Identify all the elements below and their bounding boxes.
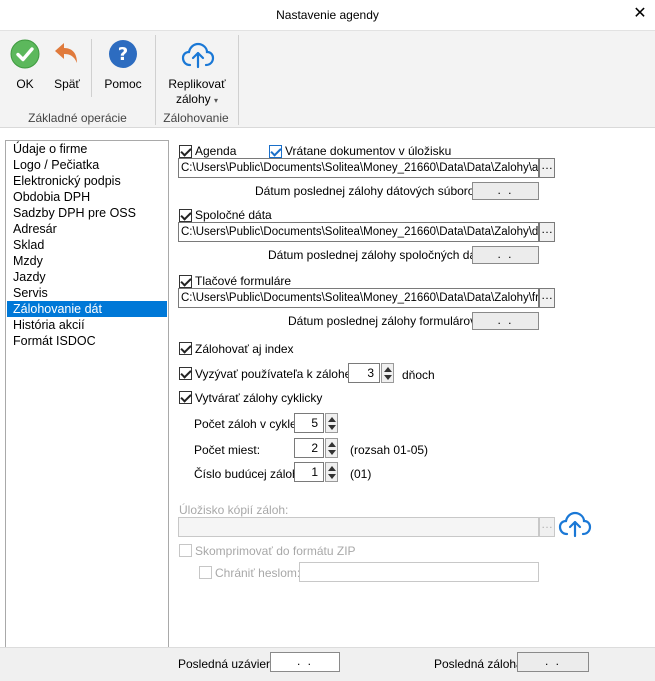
last-backup-label: Posledná záloha: xyxy=(434,657,527,671)
places-count-label: Počet miest: xyxy=(194,443,261,457)
cycle-count-label: Počet záloh v cykle: xyxy=(194,417,301,431)
include-documents-label: Vrátane dokumentov v úložisku xyxy=(285,144,452,158)
replicate-backups-button[interactable]: Replikovať zálohy ▾ xyxy=(162,37,232,107)
question-circle-icon: ? xyxy=(109,40,137,68)
shared-data-browse-button[interactable]: … xyxy=(539,222,555,242)
help-button[interactable]: ? Pomoc xyxy=(98,37,148,93)
agenda-date-label: Dátum poslednej zálohy dátových súborov: xyxy=(255,184,484,198)
group-label-basic: Základné operácie xyxy=(28,111,127,125)
shared-data-path-field[interactable]: C:\Users\Public\Documents\Solitea\Money_… xyxy=(178,222,539,242)
cycle-count-stepper[interactable] xyxy=(325,413,338,433)
cyclic-backup-checkbox[interactable] xyxy=(179,391,192,404)
nav-item-warehouse[interactable]: Sklad xyxy=(7,237,167,253)
shared-date-field: . . xyxy=(472,246,539,264)
cyclic-backup-label: Vytvárať zálohy cyklicky xyxy=(195,391,323,405)
cycle-count-input[interactable]: 5 xyxy=(294,413,324,433)
ok-button[interactable]: OK xyxy=(4,37,46,93)
nav-item-trips[interactable]: Jazdy xyxy=(7,269,167,285)
ok-label: OK xyxy=(16,77,34,91)
zip-label: Skomprimovať do formátu ZIP xyxy=(195,544,356,558)
print-forms-date-label: Dátum poslednej zálohy formulárov: xyxy=(288,314,480,328)
close-icon[interactable]: ✕ xyxy=(630,4,650,24)
cloud-upload-icon xyxy=(181,42,215,69)
zip-checkbox[interactable] xyxy=(179,544,192,557)
replicate-label-line1: Replikovať xyxy=(168,77,226,91)
nav-item-vat-rates-oss[interactable]: Sadzby DPH pre OSS xyxy=(7,205,167,221)
copy-storage-path-field[interactable] xyxy=(178,517,539,537)
print-forms-checkbox[interactable] xyxy=(179,275,192,288)
prompt-user-checkbox[interactable] xyxy=(179,367,192,380)
nav-item-address-book[interactable]: Adresár xyxy=(7,221,167,237)
settings-nav-list: Údaje o firme Logo / Pečiatka Elektronic… xyxy=(5,140,169,675)
window-title: Nastavenie agendy xyxy=(276,8,379,22)
svg-text:?: ? xyxy=(118,44,128,65)
password-input[interactable] xyxy=(299,562,539,582)
shared-data-label: Spoločné dáta xyxy=(195,208,272,222)
ribbon-toolbar: OK Späť ? Pomoc Replikovať zálohy ▾ Zákl… xyxy=(0,30,655,128)
nav-item-logo-stamp[interactable]: Logo / Pečiatka xyxy=(7,157,167,173)
next-backup-input[interactable]: 1 xyxy=(294,462,324,482)
prompt-user-label: Vyzývať používateľa k zálohe po xyxy=(195,367,348,381)
help-label: Pomoc xyxy=(104,77,142,91)
agenda-label: Agenda xyxy=(195,144,237,158)
group-label-backup: Zálohovanie xyxy=(163,111,229,125)
nav-item-vat-periods[interactable]: Obdobia DPH xyxy=(7,189,167,205)
agenda-checkbox[interactable] xyxy=(179,145,192,158)
prompt-days-suffix: dňoch xyxy=(402,368,435,382)
check-circle-icon xyxy=(10,39,40,69)
undo-icon xyxy=(55,43,77,63)
print-forms-browse-button[interactable]: … xyxy=(539,288,555,308)
include-documents-checkbox[interactable] xyxy=(269,145,282,158)
print-forms-date-field: . . xyxy=(472,312,539,330)
places-count-stepper[interactable] xyxy=(325,438,338,458)
copy-storage-browse-button[interactable]: … xyxy=(539,517,555,537)
agenda-date-field: . . xyxy=(472,182,539,200)
last-closing-field: . . xyxy=(270,652,340,672)
nav-item-payroll[interactable]: Mzdy xyxy=(7,253,167,269)
nav-item-data-backup[interactable]: Zálohovanie dát xyxy=(7,301,167,317)
backup-index-checkbox[interactable] xyxy=(179,342,192,355)
nav-item-isdoc-format[interactable]: Formát ISDOC xyxy=(7,333,167,349)
cloud-upload-icon[interactable] xyxy=(558,510,592,538)
nav-item-electronic-signature[interactable]: Elektronický podpis xyxy=(7,173,167,189)
replicate-label-line2: zálohy ▾ xyxy=(175,92,219,106)
copy-storage-label: Úložisko kópií záloh: xyxy=(179,503,289,517)
password-checkbox[interactable] xyxy=(199,566,212,579)
places-count-input[interactable]: 2 xyxy=(294,438,324,458)
password-label: Chrániť heslom: xyxy=(215,566,301,580)
shared-date-label: Dátum poslednej zálohy spoločných dát: xyxy=(268,248,483,262)
dropdown-arrow-icon: ▾ xyxy=(214,96,219,105)
print-forms-label: Tlačové formuláre xyxy=(195,274,292,288)
backup-index-label: Zálohovať aj index xyxy=(195,342,294,356)
prompt-days-input[interactable]: 3 xyxy=(348,363,380,383)
nav-item-company-info[interactable]: Údaje o firme xyxy=(7,141,167,157)
prompt-days-stepper[interactable] xyxy=(381,363,394,383)
next-backup-hint: (01) xyxy=(350,467,372,481)
agenda-path-field[interactable]: C:\Users\Public\Documents\Solitea\Money_… xyxy=(178,158,539,178)
last-backup-field: . . xyxy=(517,652,589,672)
print-forms-path-field[interactable]: C:\Users\Public\Documents\Solitea\Money_… xyxy=(178,288,539,308)
agenda-browse-button[interactable]: … xyxy=(539,158,555,178)
next-backup-stepper[interactable] xyxy=(325,462,338,482)
shared-data-checkbox[interactable] xyxy=(179,209,192,222)
next-backup-label: Číslo budúcej zálohy: xyxy=(194,467,309,481)
back-label: Späť xyxy=(54,77,80,91)
places-range-hint: (rozsah 01-05) xyxy=(350,443,429,457)
title-bar: Nastavenie agendy ✕ xyxy=(0,0,655,30)
back-button[interactable]: Späť xyxy=(48,37,86,93)
ribbon-separator xyxy=(91,39,92,97)
last-closing-label: Posledná uzávierka xyxy=(178,657,283,671)
status-bar: Posledná uzávierka . . Posledná záloha: … xyxy=(0,647,655,681)
ribbon-group-separator xyxy=(238,35,239,125)
nav-item-action-history[interactable]: História akcií xyxy=(7,317,167,333)
nav-item-service[interactable]: Servis xyxy=(7,285,167,301)
